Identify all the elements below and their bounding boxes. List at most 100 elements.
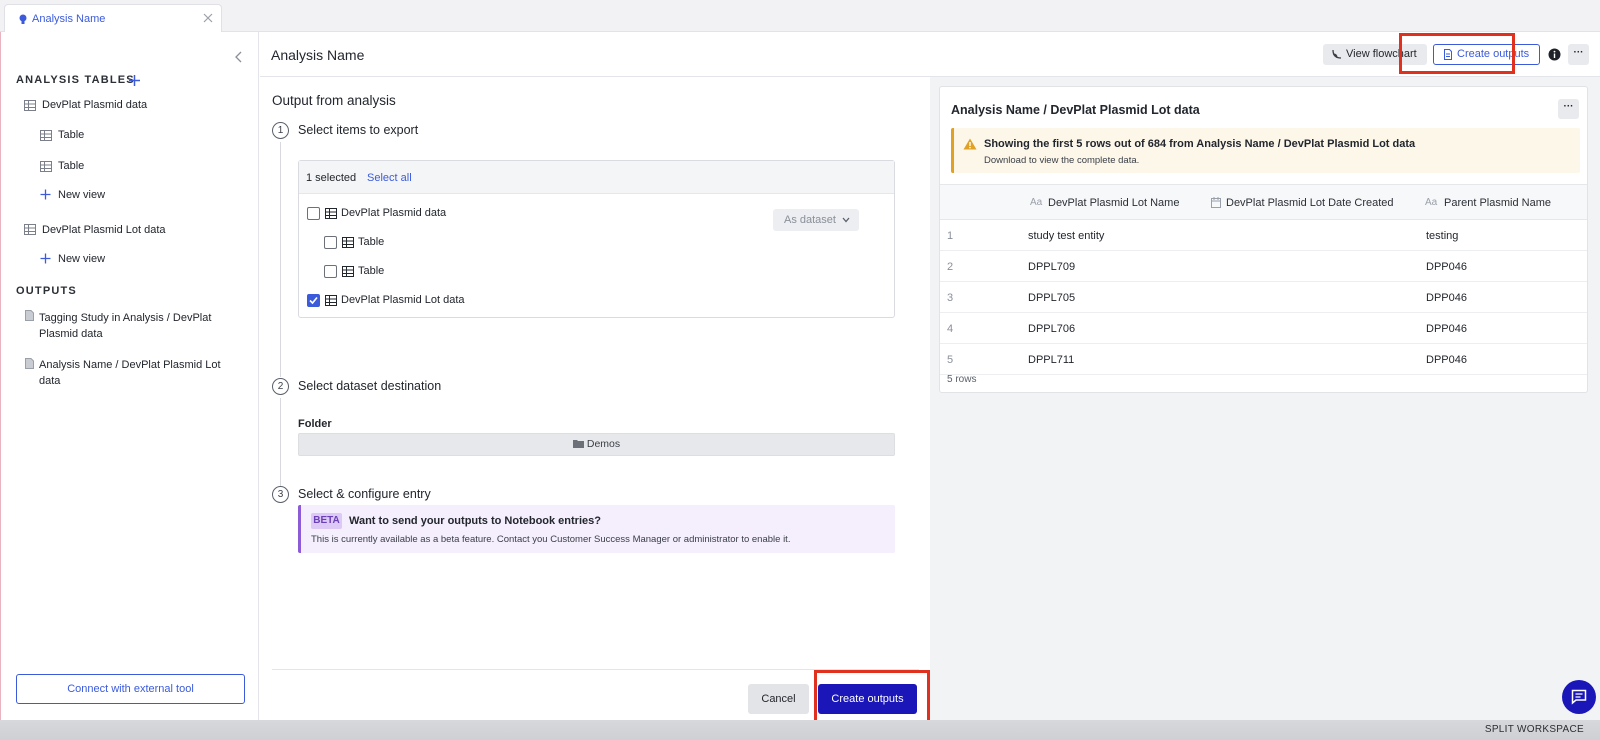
- table-icon: [40, 130, 52, 141]
- cell-lot-name: DPPL705: [1028, 292, 1076, 304]
- info-icon[interactable]: [1548, 48, 1561, 61]
- cell-lot-name: DPPL706: [1028, 323, 1076, 335]
- table-row: 3 DPPL705 DPP046: [940, 283, 1587, 313]
- export-item-label: Table: [358, 236, 385, 248]
- select-all-link[interactable]: Select all: [367, 172, 412, 184]
- beta-text: This is currently available as a beta fe…: [311, 534, 791, 545]
- tab-title: Analysis Name: [32, 13, 106, 25]
- chevron-down-icon: [842, 217, 850, 223]
- page-header: Analysis Name View flowchart Create outp…: [260, 32, 1600, 77]
- highlight-box: [1399, 33, 1515, 74]
- step-number: 3: [272, 486, 289, 503]
- step-number: 2: [272, 378, 289, 395]
- table-row: 5 DPPL711 DPP046: [940, 345, 1587, 375]
- chat-button[interactable]: [1562, 680, 1596, 714]
- checkbox[interactable]: [324, 236, 337, 249]
- flowchart-icon: [1332, 49, 1342, 59]
- row-index: 2: [947, 261, 954, 273]
- split-workspace-button[interactable]: SPLIT WORKSPACE: [1485, 724, 1584, 735]
- output-item[interactable]: Tagging Study in Analysis / DevPlat Plas…: [39, 310, 211, 342]
- beta-notice: BETA Want to send your outputs to Notebo…: [298, 505, 895, 553]
- sidebar-new-view[interactable]: New view: [58, 189, 105, 201]
- output-item[interactable]: Analysis Name / DevPlat Plasmid Lot data: [39, 357, 221, 389]
- chat-icon: [1571, 689, 1587, 705]
- cell-parent-name: DPP046: [1426, 354, 1467, 366]
- table-icon: [325, 208, 337, 219]
- warning-subtext: Download to view the complete data.: [984, 155, 1140, 166]
- checkbox-checked[interactable]: [307, 294, 320, 307]
- preview-panel: Analysis Name / DevPlat Plasmid Lot data…: [930, 77, 1600, 720]
- folder-value: Demos: [586, 438, 621, 450]
- output-item-line: data: [39, 375, 61, 387]
- row-index: 1: [947, 230, 954, 242]
- cell-parent-name: DPP046: [1426, 323, 1467, 335]
- sidebar-item-devplat-plasmid-lot-data[interactable]: DevPlat Plasmid Lot data: [42, 224, 166, 236]
- analysis-tables-heading: ANALYSIS TABLES: [16, 74, 135, 86]
- cell-parent-name: DPP046: [1426, 261, 1467, 273]
- beta-badge: BETA: [311, 513, 342, 529]
- cell-parent-name: testing: [1426, 230, 1459, 242]
- checkbox[interactable]: [307, 207, 320, 220]
- warning-title: Showing the first 5 rows out of 684 from…: [984, 138, 1416, 150]
- output-item-line: Analysis Name / DevPlat Plasmid Lot: [39, 359, 221, 371]
- folder-icon: [572, 440, 584, 448]
- sidebar-new-view[interactable]: New view: [58, 253, 105, 265]
- folder-label: Folder: [298, 418, 332, 430]
- preview-title: Analysis Name / DevPlat Plasmid Lot data: [951, 103, 1200, 117]
- step-label: Select dataset destination: [298, 379, 442, 393]
- more-options-button[interactable]: ···: [1568, 44, 1589, 65]
- checkbox[interactable]: [324, 265, 337, 278]
- cell-lot-name: DPPL711: [1028, 354, 1075, 366]
- step-label: Select items to export: [298, 123, 419, 137]
- cancel-button[interactable]: Cancel: [748, 684, 809, 714]
- cell-parent-name: DPP046: [1426, 292, 1467, 304]
- table-icon: [24, 224, 36, 235]
- row-index: 3: [947, 292, 954, 304]
- export-item-label: DevPlat Plasmid Lot data: [341, 294, 465, 306]
- row-index: 4: [947, 323, 954, 335]
- output-item-line: Tagging Study in Analysis / DevPlat: [39, 312, 212, 324]
- lightbulb-icon: [19, 14, 27, 24]
- app-frame: ANALYSIS TABLES DevPlat Plasmid data Tab…: [0, 32, 1600, 727]
- close-icon[interactable]: [202, 12, 214, 24]
- table-row: 4 DPPL706 DPP046: [940, 314, 1587, 344]
- row-count: 5 rows: [947, 374, 977, 385]
- preview-more-button[interactable]: ···: [1558, 99, 1579, 119]
- page-title: Analysis Name: [271, 47, 365, 63]
- table-header: Aa DevPlat Plasmid Lot Name DevPlat Plas…: [940, 184, 1587, 220]
- selected-count: 1 selected: [306, 172, 357, 184]
- calendar-icon: [1211, 197, 1221, 208]
- sidebar-item-devplat-plasmid-data[interactable]: DevPlat Plasmid data: [42, 99, 147, 111]
- table-row: 2 DPPL709 DPP046: [940, 252, 1587, 282]
- output-panel: Output from analysis 1 Select items to e…: [260, 77, 930, 727]
- tab-analysis[interactable]: Analysis Name: [4, 4, 222, 33]
- cell-lot-name: DPPL709: [1028, 261, 1076, 273]
- table-icon: [342, 237, 354, 248]
- highlight-box: [814, 670, 930, 727]
- table-row: 1 study test entity testing: [940, 221, 1587, 251]
- as-dataset-label: As dataset: [784, 214, 836, 226]
- text-type-icon: Aa: [1030, 197, 1043, 208]
- table-icon: [24, 100, 36, 111]
- column-header[interactable]: DevPlat Plasmid Lot Date Created: [1226, 197, 1394, 209]
- bottom-bar: SPLIT WORKSPACE: [0, 720, 1600, 740]
- table-icon: [325, 295, 337, 306]
- column-header[interactable]: DevPlat Plasmid Lot Name: [1048, 197, 1179, 209]
- beta-title: Want to send your outputs to Notebook en…: [349, 515, 601, 527]
- as-dataset-dropdown[interactable]: As dataset: [773, 209, 859, 231]
- sidebar-item-table[interactable]: Table: [58, 160, 84, 172]
- connect-external-tool-button[interactable]: Connect with external tool: [16, 674, 245, 704]
- document-icon: [25, 358, 34, 369]
- folder-field[interactable]: Demos: [298, 433, 895, 456]
- preview-card: Analysis Name / DevPlat Plasmid Lot data…: [939, 86, 1588, 393]
- text-type-icon: Aa: [1425, 197, 1438, 208]
- export-toolbar: 1 selected Select all: [299, 161, 894, 194]
- tab-strip: Analysis Name: [0, 0, 1600, 33]
- table-icon: [40, 161, 52, 172]
- sidebar-item-table[interactable]: Table: [58, 129, 84, 141]
- add-table-icon[interactable]: [128, 74, 141, 87]
- column-header[interactable]: Parent Plasmid Name: [1444, 197, 1551, 209]
- row-index: 5: [947, 354, 954, 366]
- collapse-sidebar-icon[interactable]: [233, 50, 245, 64]
- warning-icon: [963, 138, 977, 150]
